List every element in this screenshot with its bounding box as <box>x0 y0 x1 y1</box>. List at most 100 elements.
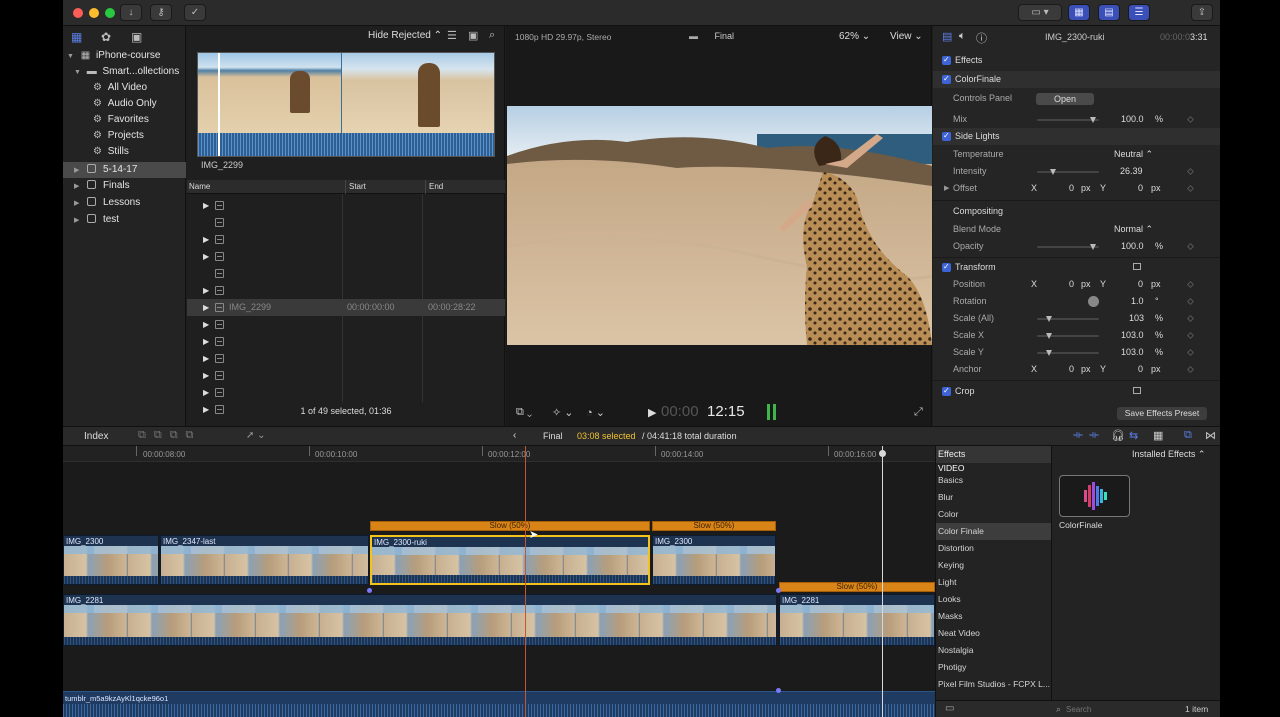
installed-effects-popup[interactable]: Installed Effects ⌃ <box>1132 449 1205 460</box>
keyframe-icon[interactable] <box>1186 365 1195 374</box>
keyframe-icon[interactable] <box>1186 242 1195 251</box>
filmstrip-clip[interactable] <box>197 52 495 157</box>
view-menu[interactable]: View ⌄ <box>890 31 923 42</box>
save-effects-preset-button[interactable]: Save Effects Preset <box>1117 407 1207 420</box>
intensity-value[interactable]: 26.39 <box>1120 163 1143 180</box>
inspector-sliders-icon[interactable]: ☰ <box>1128 4 1150 21</box>
import-download-icon[interactable]: ↓ <box>120 4 142 21</box>
list-view-icon[interactable]: ☰ <box>447 29 457 42</box>
zoom-window-button[interactable] <box>105 8 115 18</box>
transform-onscreen-icon[interactable] <box>1133 263 1141 270</box>
disclosure-triangle-icon[interactable]: ▶ <box>203 282 209 299</box>
timeline[interactable]: 00:00:08:00 00:00:10:00 00:00:12:00 00:0… <box>63 446 935 717</box>
position-y-value[interactable]: 0 <box>1138 276 1143 293</box>
headphones-icon[interactable]: 🎧︎ <box>1111 429 1125 442</box>
disclosure-triangle-icon[interactable]: ▶ <box>203 248 209 265</box>
video-frame[interactable] <box>507 106 932 345</box>
audio-inspector-icon[interactable]: 🔈︎ <box>959 30 966 43</box>
transitions-browser-icon[interactable]: ⋈ <box>1205 429 1216 442</box>
timeline-clip-selected[interactable]: IMG_2300-ruki <box>370 535 650 585</box>
effects-category[interactable]: Photigy <box>936 659 1051 676</box>
transform-header[interactable]: Transform <box>933 258 1220 276</box>
libraries-icon[interactable]: ▦ <box>71 30 82 44</box>
close-window-button[interactable] <box>73 8 83 18</box>
scale-y-slider[interactable] <box>1037 350 1099 356</box>
primary-storyline-clip[interactable]: IMG_2281 <box>63 594 777 646</box>
opacity-slider-knob[interactable] <box>1089 244 1096 250</box>
browser-row[interactable]: ▶ <box>187 384 505 401</box>
effects-category[interactable]: Keying <box>936 557 1051 574</box>
fullscreen-icon[interactable]: ⤢ <box>914 406 923 419</box>
timeline-clip[interactable]: IMG_2300 <box>652 535 776 585</box>
browser-row[interactable]: ▶ IMG_2299 00:00:00:00 00:00:28:22 <box>187 299 505 316</box>
position-x-value[interactable]: 0 <box>1069 276 1074 293</box>
edit-buttons[interactable]: ⧉⧉⧉⧉ <box>138 429 201 442</box>
library-item-audio-only[interactable]: ⚙ Audio Only <box>63 96 186 112</box>
zoom-menu[interactable]: 62% ⌄ <box>839 31 870 42</box>
library-item-lessons[interactable]: ▶ Lessons <box>63 195 186 211</box>
scale-all-slider-knob[interactable] <box>1046 316 1053 322</box>
scale-x-slider-knob[interactable] <box>1046 333 1053 339</box>
info-inspector-icon[interactable]: ⓘ <box>976 30 987 46</box>
display-icon[interactable]: ▭ ▾ <box>1018 4 1062 21</box>
scale-y-slider-knob[interactable] <box>1046 350 1053 356</box>
opacity-value[interactable]: 100.0 <box>1121 238 1144 255</box>
video-inspector-icon[interactable]: ▤ <box>942 30 952 43</box>
browser-row[interactable]: ▶ <box>187 197 505 214</box>
background-tasks-checkmark-icon[interactable]: ✓ <box>184 4 206 21</box>
keyframe-icon[interactable] <box>1186 115 1195 124</box>
open-button[interactable]: Open <box>1036 93 1094 105</box>
column-header-end[interactable]: End <box>425 180 443 194</box>
library-item-smart-collections[interactable]: ▼ ▬ Smart...ollections <box>63 64 186 80</box>
titles-icon[interactable]: ▣ <box>131 30 142 44</box>
opacity-slider[interactable] <box>1037 244 1099 250</box>
intensity-slider-knob[interactable] <box>1050 169 1057 175</box>
crop-checkbox[interactable] <box>942 382 951 399</box>
offset-y-value[interactable]: 0 <box>1138 180 1143 197</box>
retime-speed-bar[interactable]: Slow (50%) <box>652 521 776 531</box>
timeline-layout-icon[interactable]: ▤ <box>1098 4 1120 21</box>
browser-row[interactable]: ▶ <box>187 367 505 384</box>
anchor-y-value[interactable]: 0 <box>1138 361 1143 378</box>
effects-category[interactable]: Pixel Film Studios - FCPX L... <box>936 676 1051 693</box>
effects-category[interactable]: Neat Video <box>936 625 1051 642</box>
effects-category[interactable]: Blur <box>936 489 1051 506</box>
browser-row[interactable]: ▶ <box>187 316 505 333</box>
disclosure-triangle-icon[interactable]: ▶ <box>203 384 209 401</box>
retime-speed-icon[interactable]: ◔ ⌄ <box>586 406 605 419</box>
library-item-projects[interactable]: ⚙ Projects <box>63 128 186 144</box>
transform-checkbox[interactable] <box>942 258 951 275</box>
disclosure-triangle-icon[interactable]: ▶ <box>203 367 209 384</box>
scale-x-value[interactable]: 103.0 <box>1121 327 1144 344</box>
column-header-start[interactable]: Start <box>345 180 366 194</box>
select-tool-icon[interactable]: ➚ ⌄ <box>246 430 266 441</box>
hide-rejected-filter[interactable]: Hide Rejected ⌃ <box>368 30 442 41</box>
browser-row[interactable]: ▶ <box>187 248 505 265</box>
effects-search-input[interactable] <box>1066 703 1166 715</box>
mix-value[interactable]: 100.0 <box>1121 111 1144 128</box>
effects-category[interactable]: Looks <box>936 591 1051 608</box>
timeline-clip[interactable]: IMG_2300 <box>63 535 159 585</box>
crop-onscreen-icon[interactable] <box>1133 387 1141 394</box>
side-lights-header[interactable]: Side Lights <box>933 127 1220 145</box>
keyframe-icon[interactable] <box>1186 348 1195 357</box>
library-item-finals[interactable]: ▶ Finals <box>63 178 186 194</box>
keyframe-icon[interactable] <box>1186 167 1195 176</box>
library-item-all-video[interactable]: ⚙ All Video <box>63 80 186 96</box>
colorfinale-checkbox[interactable] <box>942 70 951 87</box>
rotation-dial[interactable] <box>1088 296 1099 307</box>
effects-category[interactable]: Light <box>936 574 1051 591</box>
effects-category[interactable]: Basics <box>936 472 1051 489</box>
primary-storyline-clip[interactable]: IMG_2281 <box>779 594 935 646</box>
colorfinale-header[interactable]: ColorFinale <box>933 70 1220 88</box>
colorfinale-thumbnail[interactable] <box>1059 475 1130 517</box>
index-button[interactable]: Index <box>84 431 108 442</box>
library-item-test[interactable]: ▶ test <box>63 212 186 228</box>
back-arrow-icon[interactable]: ‹ <box>513 430 516 441</box>
minimize-window-button[interactable] <box>89 8 99 18</box>
scale-all-value[interactable]: 103 <box>1129 310 1144 327</box>
snapping-icon[interactable]: ⇆ <box>1129 429 1138 442</box>
retime-speed-bar[interactable]: Slow (50%) <box>779 582 935 592</box>
keyframe-icon[interactable] <box>1186 280 1195 289</box>
browser-row[interactable]: ▶ <box>187 231 505 248</box>
